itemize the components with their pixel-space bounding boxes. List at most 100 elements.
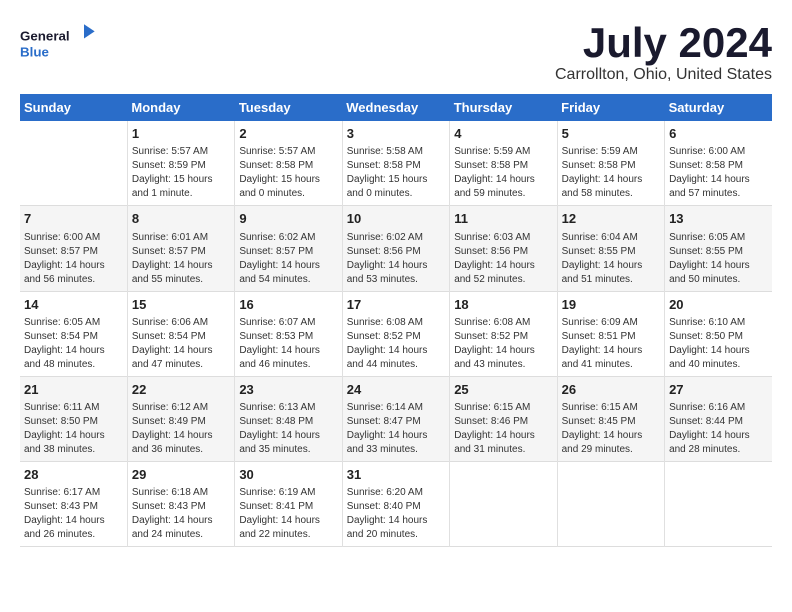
calendar-week-row: 7 Sunrise: 6:00 AMSunset: 8:57 PMDaylight… xyxy=(20,206,772,291)
calendar-cell: 7 Sunrise: 6:00 AMSunset: 8:57 PMDaylight… xyxy=(20,206,127,291)
day-number: 20 xyxy=(669,296,768,314)
day-number: 4 xyxy=(454,125,552,143)
day-number: 11 xyxy=(454,210,552,228)
calendar-cell: 2 Sunrise: 5:57 AMSunset: 8:58 PMDaylight… xyxy=(235,121,342,206)
day-number: 28 xyxy=(24,466,123,484)
day-number: 30 xyxy=(239,466,337,484)
cell-details: Sunrise: 5:59 AMSunset: 8:58 PMDaylight:… xyxy=(562,145,660,201)
cell-details: Sunrise: 6:20 AMSunset: 8:40 PMDaylight:… xyxy=(347,486,445,542)
cell-details: Sunrise: 6:05 AMSunset: 8:54 PMDaylight:… xyxy=(24,316,123,372)
day-number: 1 xyxy=(132,125,230,143)
calendar-cell: 3Sunrise: 5:58 AMSunset: 8:58 PMDaylight… xyxy=(342,121,449,206)
day-number: 14 xyxy=(24,296,123,314)
calendar-cell: 16Sunrise: 6:07 AMSunset: 8:53 PMDayligh… xyxy=(235,291,342,376)
calendar-cell: 24 Sunrise: 6:14 AMSunset: 8:47 PMDayligh… xyxy=(342,376,449,461)
calendar-week-row: 21 Sunrise: 6:11 AMSunset: 8:50 PMDayligh… xyxy=(20,376,772,461)
logo: General Blue xyxy=(20,20,100,65)
day-number: 9 xyxy=(239,210,337,228)
day-number: 17 xyxy=(347,296,445,314)
day-number: 19 xyxy=(562,296,660,314)
calendar-cell: 31 Sunrise: 6:20 AMSunset: 8:40 PMDayligh… xyxy=(342,461,449,546)
cell-details: Sunrise: 6:15 AMSunset: 8:45 PMDaylight:… xyxy=(562,401,660,457)
day-number: 25 xyxy=(454,381,552,399)
calendar-cell: 14 Sunrise: 6:05 AMSunset: 8:54 PMDayligh… xyxy=(20,291,127,376)
cell-details: Sunrise: 6:01 AMSunset: 8:57 PMDaylight:… xyxy=(132,231,230,287)
cell-details: Sunrise: 6:04 AMSunset: 8:55 PMDaylight:… xyxy=(562,231,660,287)
cell-details: Sunrise: 6:03 AMSunset: 8:56 PMDaylight:… xyxy=(454,231,552,287)
day-number: 15 xyxy=(132,296,230,314)
calendar-cell: 5 Sunrise: 5:59 AMSunset: 8:58 PMDaylight… xyxy=(557,121,664,206)
day-number: 29 xyxy=(132,466,230,484)
cell-details: Sunrise: 6:02 AMSunset: 8:56 PMDaylight:… xyxy=(347,231,445,287)
cell-details: Sunrise: 6:09 AMSunset: 8:51 PMDaylight:… xyxy=(562,316,660,372)
cell-details: Sunrise: 6:14 AMSunset: 8:47 PMDaylight:… xyxy=(347,401,445,457)
calendar-cell xyxy=(20,121,127,206)
day-number: 24 xyxy=(347,381,445,399)
calendar-cell: 25 Sunrise: 6:15 AMSunset: 8:46 PMDayligh… xyxy=(450,376,557,461)
column-header-monday: Monday xyxy=(127,94,234,121)
calendar-cell: 20 Sunrise: 6:10 AMSunset: 8:50 PMDayligh… xyxy=(665,291,772,376)
cell-details: Sunrise: 6:06 AMSunset: 8:54 PMDaylight:… xyxy=(132,316,230,372)
calendar-cell: 27 Sunrise: 6:16 AMSunset: 8:44 PMDayligh… xyxy=(665,376,772,461)
calendar-cell: 18 Sunrise: 6:08 AMSunset: 8:52 PMDayligh… xyxy=(450,291,557,376)
calendar-cell: 30 Sunrise: 6:19 AMSunset: 8:41 PMDayligh… xyxy=(235,461,342,546)
cell-details: Sunrise: 6:17 AMSunset: 8:43 PMDaylight:… xyxy=(24,486,123,542)
day-number: 23 xyxy=(239,381,337,399)
calendar-week-row: 1 Sunrise: 5:57 AMSunset: 8:59 PMDaylight… xyxy=(20,121,772,206)
cell-details: Sunrise: 5:57 AMSunset: 8:59 PMDaylight:… xyxy=(132,145,230,201)
svg-text:General: General xyxy=(20,28,70,43)
cell-details: Sunrise: 6:16 AMSunset: 8:44 PMDaylight:… xyxy=(669,401,768,457)
cell-details: Sunrise: 6:05 AMSunset: 8:55 PMDaylight:… xyxy=(669,231,768,287)
calendar-cell: 21 Sunrise: 6:11 AMSunset: 8:50 PMDayligh… xyxy=(20,376,127,461)
day-number: 27 xyxy=(669,381,768,399)
location-subtitle: Carrollton, Ohio, United States xyxy=(555,66,772,84)
calendar-cell: 4 Sunrise: 5:59 AMSunset: 8:58 PMDaylight… xyxy=(450,121,557,206)
day-number: 22 xyxy=(132,381,230,399)
cell-details: Sunrise: 6:00 AMSunset: 8:57 PMDaylight:… xyxy=(24,231,123,287)
cell-details: Sunrise: 6:10 AMSunset: 8:50 PMDaylight:… xyxy=(669,316,768,372)
column-header-wednesday: Wednesday xyxy=(342,94,449,121)
day-number: 8 xyxy=(132,210,230,228)
cell-details: Sunrise: 6:00 AMSunset: 8:58 PMDaylight:… xyxy=(669,145,768,201)
day-number: 12 xyxy=(562,210,660,228)
calendar-cell: 10 Sunrise: 6:02 AMSunset: 8:56 PMDayligh… xyxy=(342,206,449,291)
cell-details: Sunrise: 5:58 AMSunset: 8:58 PMDaylight:… xyxy=(347,145,445,201)
day-number: 18 xyxy=(454,296,552,314)
calendar-cell: 15 Sunrise: 6:06 AMSunset: 8:54 PMDayligh… xyxy=(127,291,234,376)
cell-details: Sunrise: 6:19 AMSunset: 8:41 PMDaylight:… xyxy=(239,486,337,542)
day-number: 21 xyxy=(24,381,123,399)
day-number: 10 xyxy=(347,210,445,228)
calendar-cell: 8 Sunrise: 6:01 AMSunset: 8:57 PMDaylight… xyxy=(127,206,234,291)
day-number: 7 xyxy=(24,210,123,228)
cell-details: Sunrise: 6:15 AMSunset: 8:46 PMDaylight:… xyxy=(454,401,552,457)
calendar-cell: 12 Sunrise: 6:04 AMSunset: 8:55 PMDayligh… xyxy=(557,206,664,291)
column-header-sunday: Sunday xyxy=(20,94,127,121)
month-year-title: July 2024 xyxy=(555,20,772,66)
calendar-week-row: 28 Sunrise: 6:17 AMSunset: 8:43 PMDayligh… xyxy=(20,461,772,546)
cell-details: Sunrise: 5:57 AMSunset: 8:58 PMDaylight:… xyxy=(239,145,337,201)
column-header-friday: Friday xyxy=(557,94,664,121)
cell-details: Sunrise: 6:07 AMSunset: 8:53 PMDaylight:… xyxy=(239,316,337,372)
calendar-cell: 9 Sunrise: 6:02 AMSunset: 8:57 PMDaylight… xyxy=(235,206,342,291)
calendar-cell: 28 Sunrise: 6:17 AMSunset: 8:43 PMDayligh… xyxy=(20,461,127,546)
calendar-cell: 22Sunrise: 6:12 AMSunset: 8:49 PMDayligh… xyxy=(127,376,234,461)
svg-text:Blue: Blue xyxy=(20,44,49,59)
cell-details: Sunrise: 5:59 AMSunset: 8:58 PMDaylight:… xyxy=(454,145,552,201)
calendar-cell: 13 Sunrise: 6:05 AMSunset: 8:55 PMDayligh… xyxy=(665,206,772,291)
day-number: 13 xyxy=(669,210,768,228)
column-header-tuesday: Tuesday xyxy=(235,94,342,121)
cell-details: Sunrise: 6:08 AMSunset: 8:52 PMDaylight:… xyxy=(347,316,445,372)
calendar-cell: 26Sunrise: 6:15 AMSunset: 8:45 PMDayligh… xyxy=(557,376,664,461)
cell-details: Sunrise: 6:02 AMSunset: 8:57 PMDaylight:… xyxy=(239,231,337,287)
cell-details: Sunrise: 6:08 AMSunset: 8:52 PMDaylight:… xyxy=(454,316,552,372)
day-number: 5 xyxy=(562,125,660,143)
column-header-thursday: Thursday xyxy=(450,94,557,121)
day-number: 31 xyxy=(347,466,445,484)
calendar-week-row: 14 Sunrise: 6:05 AMSunset: 8:54 PMDayligh… xyxy=(20,291,772,376)
calendar-cell: 11 Sunrise: 6:03 AMSunset: 8:56 PMDayligh… xyxy=(450,206,557,291)
title-block: July 2024 Carrollton, Ohio, United State… xyxy=(555,20,772,84)
cell-details: Sunrise: 6:11 AMSunset: 8:50 PMDaylight:… xyxy=(24,401,123,457)
calendar-cell xyxy=(450,461,557,546)
cell-details: Sunrise: 6:18 AMSunset: 8:43 PMDaylight:… xyxy=(132,486,230,542)
day-number: 2 xyxy=(239,125,337,143)
